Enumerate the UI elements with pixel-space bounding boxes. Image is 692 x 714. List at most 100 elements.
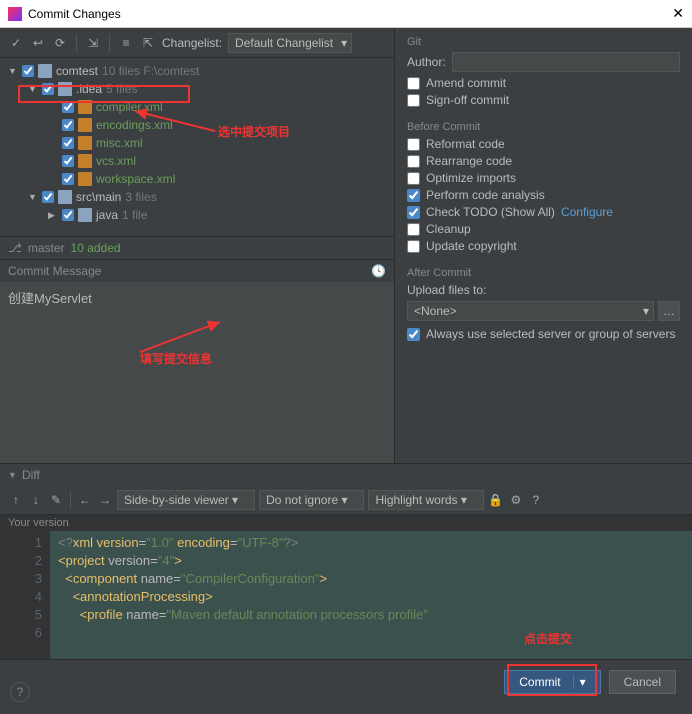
branch-icon: ⎇	[8, 241, 22, 255]
optimize-label: Optimize imports	[426, 171, 516, 185]
branch-added: 10 added	[71, 241, 121, 255]
app-icon	[8, 7, 22, 21]
changelist-label: Changelist:	[162, 36, 222, 50]
chevron-down-icon[interactable]: ▼	[8, 66, 18, 76]
author-input[interactable]	[452, 52, 680, 72]
idea-meta: 5 files	[106, 82, 137, 96]
git-section-label: Git	[407, 36, 680, 48]
idea-name: .idea	[76, 82, 102, 96]
copyright-label: Update copyright	[426, 239, 517, 253]
file-icon	[78, 154, 92, 168]
revert-icon[interactable]: ↩	[30, 35, 46, 51]
file-icon	[78, 136, 92, 150]
code-area[interactable]: 123456 <?xml version="1.0" encoding="UTF…	[0, 531, 692, 659]
commit-icon[interactable]: ✓	[8, 35, 24, 51]
upload-browse-button[interactable]: …	[658, 301, 680, 321]
file-checkbox[interactable]	[62, 173, 74, 185]
tree-file[interactable]: encodings.xml	[0, 116, 394, 134]
next-file-icon[interactable]: →	[97, 492, 113, 508]
upload-select[interactable]: <None>	[407, 301, 654, 321]
tree-file[interactable]: vcs.xml	[0, 152, 394, 170]
before-commit-label: Before Commit	[407, 121, 680, 133]
file-name: vcs.xml	[96, 154, 136, 168]
folder-icon	[78, 208, 92, 222]
tree-idea[interactable]: ▼ .idea 5 files	[0, 80, 394, 98]
history-icon[interactable]: 🕓	[371, 264, 386, 278]
tree-srcmain[interactable]: ▼ src\main 3 files	[0, 188, 394, 206]
tree-file[interactable]: workspace.xml	[0, 170, 394, 188]
prev-file-icon[interactable]: ←	[77, 492, 93, 508]
diff-header[interactable]: ▼ Diff	[0, 463, 692, 486]
configure-link[interactable]: Configure	[561, 205, 613, 219]
analysis-checkbox[interactable]	[407, 189, 420, 202]
your-version-label: Your version	[0, 514, 692, 531]
file-name: encodings.xml	[96, 118, 173, 132]
ignore-select[interactable]: Do not ignore	[259, 490, 364, 510]
highlight-select[interactable]: Highlight words	[368, 490, 483, 510]
signoff-checkbox[interactable]	[407, 94, 420, 107]
refresh-icon[interactable]: ⟳	[52, 35, 68, 51]
todo-checkbox[interactable]	[407, 206, 420, 219]
commit-button[interactable]: Commit	[504, 670, 600, 694]
lock-icon[interactable]: 🔒	[488, 492, 504, 508]
file-icon	[78, 172, 92, 186]
optimize-checkbox[interactable]	[407, 172, 420, 185]
always-use-checkbox[interactable]	[407, 328, 420, 341]
root-checkbox[interactable]	[22, 65, 34, 77]
collapse-icon[interactable]: ⇱	[140, 35, 156, 51]
group-by-icon[interactable]: ≡	[118, 35, 134, 51]
cleanup-checkbox[interactable]	[407, 223, 420, 236]
close-icon[interactable]: ✕	[672, 5, 684, 22]
file-icon	[78, 118, 92, 132]
expand-icon[interactable]: ⇲	[85, 35, 101, 51]
rearrange-label: Rearrange code	[426, 154, 512, 168]
tree-root[interactable]: ▼ comtest 10 files F:\comtest	[0, 62, 394, 80]
chevron-down-icon[interactable]: ▼	[28, 84, 38, 94]
next-diff-icon[interactable]: ↓	[28, 492, 44, 508]
commit-message-label: Commit Message	[8, 264, 371, 278]
after-commit-label: After Commit	[407, 267, 680, 279]
changelist-select[interactable]: Default Changelist	[228, 33, 352, 53]
tree-file[interactable]: misc.xml	[0, 134, 394, 152]
analysis-label: Perform code analysis	[426, 188, 545, 202]
root-meta: 10 files F:\comtest	[102, 64, 199, 78]
root-name: comtest	[56, 64, 98, 78]
java-checkbox[interactable]	[62, 209, 74, 221]
amend-checkbox[interactable]	[407, 77, 420, 90]
branch-name: master	[28, 241, 65, 255]
file-checkbox[interactable]	[62, 119, 74, 131]
amend-label: Amend commit	[426, 76, 506, 90]
chevron-right-icon[interactable]: ▶	[48, 210, 58, 221]
idea-checkbox[interactable]	[42, 83, 54, 95]
srcmain-checkbox[interactable]	[42, 191, 54, 203]
chevron-down-icon[interactable]: ▼	[28, 192, 38, 202]
help-button[interactable]: ?	[10, 682, 30, 702]
viewer-select[interactable]: Side-by-side viewer	[117, 490, 255, 510]
commit-message-input[interactable]	[0, 282, 394, 464]
file-checkbox[interactable]	[62, 101, 74, 113]
gutter: 123456	[0, 531, 50, 659]
prev-diff-icon[interactable]: ↑	[8, 492, 24, 508]
gear-icon[interactable]: ⚙	[508, 492, 524, 508]
titlebar: Commit Changes ✕	[0, 0, 692, 28]
srcmain-name: src\main	[76, 190, 121, 204]
diff-label: Diff	[22, 468, 40, 482]
help-icon[interactable]: ?	[528, 492, 544, 508]
file-checkbox[interactable]	[62, 137, 74, 149]
folder-icon	[58, 190, 72, 204]
code-content[interactable]: <?xml version="1.0" encoding="UTF-8"?> <…	[50, 531, 692, 659]
tree-java[interactable]: ▶ java 1 file	[0, 206, 394, 224]
chevron-down-icon[interactable]: ▼	[8, 470, 18, 480]
copyright-checkbox[interactable]	[407, 240, 420, 253]
cancel-button[interactable]: Cancel	[609, 670, 676, 694]
annotation-text: 选中提交项目	[218, 123, 290, 140]
annotation-text: 填写提交信息	[140, 350, 212, 367]
rearrange-checkbox[interactable]	[407, 155, 420, 168]
reformat-checkbox[interactable]	[407, 138, 420, 151]
file-name: misc.xml	[96, 136, 143, 150]
file-checkbox[interactable]	[62, 155, 74, 167]
dialog-buttons: 点击提交 Commit Cancel	[0, 659, 692, 703]
tree-file[interactable]: compiler.xml	[0, 98, 394, 116]
edit-icon[interactable]: ✎	[48, 492, 64, 508]
java-name: java	[96, 208, 118, 222]
